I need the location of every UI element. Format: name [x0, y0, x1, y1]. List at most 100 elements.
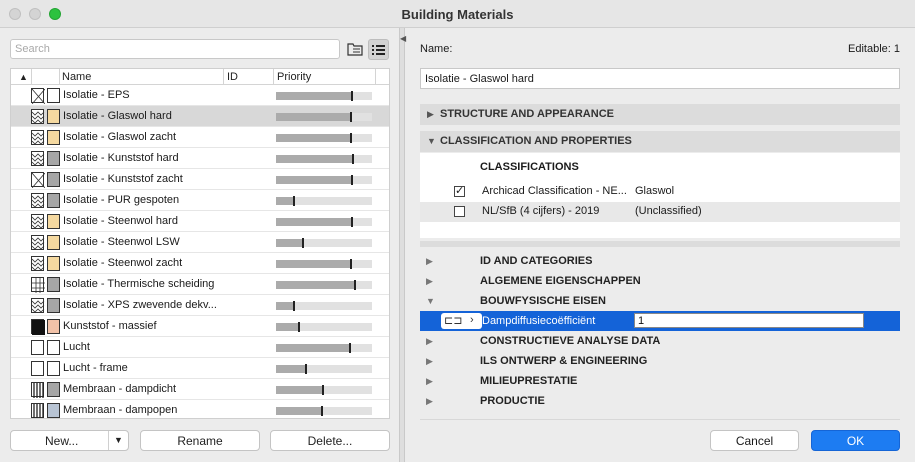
property-value-input[interactable]: 1 [634, 313, 864, 328]
priority-marker[interactable] [349, 343, 351, 353]
classification-name: NL/SfB (4 cijfers) - 2019 [482, 205, 600, 217]
ok-button[interactable]: OK [811, 430, 900, 451]
folder-view-button[interactable] [345, 39, 366, 60]
material-name: Isolatie - Steenwol zacht [63, 257, 183, 269]
priority-marker[interactable] [351, 217, 353, 227]
priority-marker[interactable] [302, 238, 304, 248]
table-row[interactable]: Lucht - frame [11, 358, 389, 379]
property-row-selected[interactable]: ⊏⊐ › Dampdiffusiecoëfficiënt 1 [420, 311, 900, 331]
priority-marker[interactable] [350, 259, 352, 269]
priority-fill [276, 407, 321, 415]
priority-bar[interactable] [276, 154, 372, 164]
priority-bar[interactable] [276, 301, 372, 311]
priority-bar[interactable] [276, 217, 372, 227]
priority-fill [276, 197, 293, 205]
chevron-down-icon[interactable]: ▼ [108, 431, 128, 450]
priority-marker[interactable] [293, 196, 295, 206]
property-group-milieuprestatie[interactable]: ▶ MILIEUPRESTATIE [420, 371, 900, 391]
table-row[interactable]: Isolatie - Glaswol zacht [11, 127, 389, 148]
search-input[interactable]: Search [10, 39, 340, 59]
property-group-ils[interactable]: ▶ ILS ONTWERP & ENGINEERING [420, 351, 900, 371]
rename-button[interactable]: Rename [140, 430, 260, 451]
priority-marker[interactable] [350, 133, 352, 143]
priority-marker[interactable] [354, 280, 356, 290]
classification-checkbox[interactable] [454, 206, 465, 217]
table-row[interactable]: Lucht [11, 337, 389, 358]
classifications-box: CLASSIFICATIONS ✓ Archicad Classificatio… [420, 153, 900, 238]
priority-fill [276, 155, 352, 163]
material-name: Lucht - frame [63, 362, 128, 374]
sort-ascending-icon[interactable]: ▲ [19, 72, 28, 82]
priority-marker[interactable] [352, 154, 354, 164]
list-view-button[interactable] [368, 39, 389, 60]
priority-marker[interactable] [351, 91, 353, 101]
priority-bar[interactable] [276, 133, 372, 143]
color-swatch [47, 277, 60, 292]
classification-row[interactable]: NL/SfB (4 cijfers) - 2019 (Unclassified) [420, 202, 900, 222]
priority-bar[interactable] [276, 364, 372, 374]
table-row[interactable]: Kunststof - massief [11, 316, 389, 337]
section-structure-appearance[interactable]: ▶ STRUCTURE AND APPEARANCE [420, 104, 900, 125]
disclosure-right-icon: ▶ [426, 396, 433, 406]
priority-bar[interactable] [276, 385, 372, 395]
property-group-id-categories[interactable]: ▶ ID AND CATEGORIES [420, 251, 900, 271]
priority-fill [276, 344, 349, 352]
property-group-productie[interactable]: ▶ PRODUCTIE [420, 391, 900, 411]
table-row[interactable]: Isolatie - Steenwol hard [11, 211, 389, 232]
priority-bar[interactable] [276, 322, 372, 332]
column-header-id[interactable]: ID [227, 71, 238, 83]
table-row[interactable]: Isolatie - Thermische scheiding [11, 274, 389, 295]
priority-bar[interactable] [276, 259, 372, 269]
priority-bar[interactable] [276, 196, 372, 206]
property-group-algemene[interactable]: ▶ ALGEMENE EIGENSCHAPPEN [420, 271, 900, 291]
priority-bar[interactable] [276, 175, 372, 185]
table-row[interactable]: Isolatie - Steenwol LSW [11, 232, 389, 253]
property-group-bouwfysische[interactable]: ▼ BOUWFYSISCHE EISEN [420, 291, 900, 311]
priority-marker[interactable] [322, 385, 324, 395]
fill-pattern-icon [31, 109, 45, 124]
table-row[interactable]: Membraan - dampopen [11, 400, 389, 418]
priority-bar[interactable] [276, 343, 372, 353]
delete-button[interactable]: Delete... [270, 430, 390, 451]
classification-value[interactable]: Glaswol [635, 185, 674, 197]
table-row[interactable]: Isolatie - XPS zwevende dekv... [11, 295, 389, 316]
priority-fill [276, 386, 322, 394]
table-row[interactable]: Isolatie - Glaswol hard [11, 106, 389, 127]
table-row[interactable]: Isolatie - Kunststof hard [11, 148, 389, 169]
table-row[interactable]: Isolatie - PUR gespoten [11, 190, 389, 211]
priority-marker[interactable] [293, 301, 295, 311]
priority-bar[interactable] [276, 112, 372, 122]
classification-checkbox[interactable]: ✓ [454, 186, 465, 197]
material-details-panel: Name: Editable: 1 Isolatie - Glaswol har… [405, 28, 915, 462]
priority-marker[interactable] [298, 322, 300, 332]
material-name: Isolatie - Steenwol LSW [63, 236, 180, 248]
classification-row[interactable]: ✓ Archicad Classification - NE... Glaswo… [420, 182, 900, 202]
cancel-button[interactable]: Cancel [710, 430, 799, 451]
color-swatch [47, 193, 60, 208]
property-group-title: CONSTRUCTIEVE ANALYSE DATA [480, 335, 661, 347]
priority-fill [276, 92, 351, 100]
priority-marker[interactable] [351, 175, 353, 185]
column-header-name[interactable]: Name [62, 71, 91, 83]
table-row[interactable]: Isolatie - Kunststof zacht [11, 169, 389, 190]
priority-bar[interactable] [276, 280, 372, 290]
expression-icon[interactable]: ⊏⊐ › [441, 313, 482, 329]
section-title: CLASSIFICATION AND PROPERTIES [440, 135, 632, 147]
table-row[interactable]: Isolatie - Steenwol zacht [11, 253, 389, 274]
priority-bar[interactable] [276, 91, 372, 101]
table-row[interactable]: Isolatie - EPS [11, 85, 389, 106]
column-header-priority[interactable]: Priority [277, 71, 311, 83]
table-row[interactable]: Membraan - dampdicht [11, 379, 389, 400]
folder-tree-icon [347, 43, 363, 56]
priority-bar[interactable] [276, 406, 372, 416]
priority-marker[interactable] [305, 364, 307, 374]
priority-marker[interactable] [321, 406, 323, 416]
new-material-button[interactable]: New... ▼ [10, 430, 129, 451]
section-classification-properties[interactable]: ▼ CLASSIFICATION AND PROPERTIES [420, 131, 900, 152]
property-group-constructieve[interactable]: ▶ CONSTRUCTIEVE ANALYSE DATA [420, 331, 900, 351]
priority-fill [276, 323, 298, 331]
priority-bar[interactable] [276, 238, 372, 248]
priority-marker[interactable] [350, 112, 352, 122]
classification-value[interactable]: (Unclassified) [635, 205, 702, 217]
material-name-field[interactable]: Isolatie - Glaswol hard [420, 68, 900, 89]
